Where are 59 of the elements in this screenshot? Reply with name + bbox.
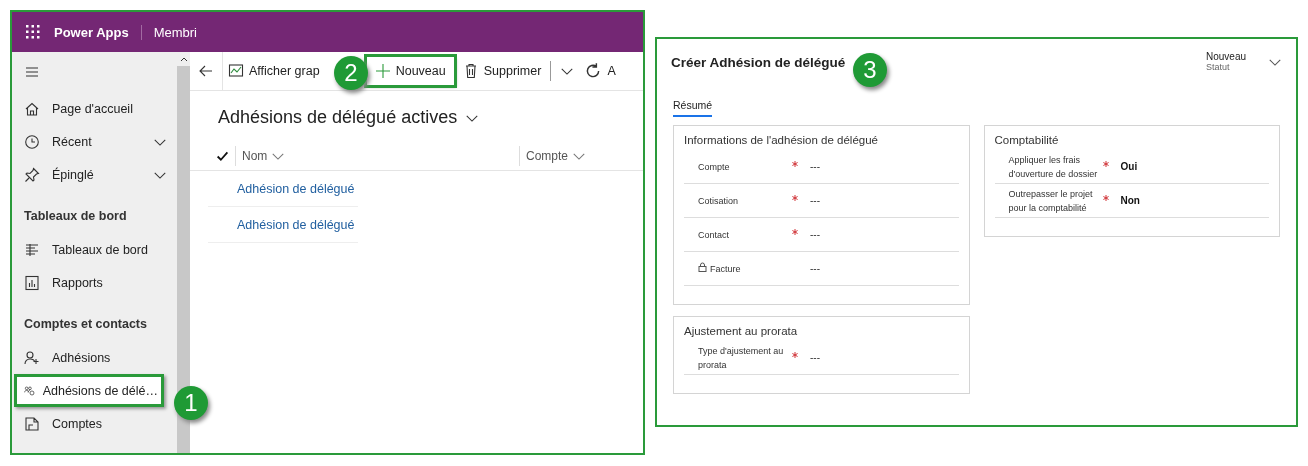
chart-icon bbox=[228, 63, 244, 79]
step-number: 1 bbox=[174, 386, 208, 420]
section-title: Comptabilité bbox=[994, 134, 1060, 146]
sidebar-item[interactable]: Récent bbox=[12, 125, 177, 158]
report-icon bbox=[24, 274, 40, 291]
field-label: Type d'ajustement au prorata bbox=[698, 344, 785, 372]
section-title: Ajustement au prorata bbox=[684, 325, 799, 337]
scroll-up-icon[interactable] bbox=[179, 56, 188, 62]
refresh-button[interactable]: A bbox=[579, 57, 621, 85]
pin-icon bbox=[24, 166, 40, 183]
sidebar-section-title: Tableaux de bord bbox=[23, 208, 128, 225]
record-link[interactable]: Adhésion de délégué bbox=[208, 181, 355, 196]
field-label: Outrepasser le projet pour la comptabilité bbox=[1008, 187, 1094, 215]
column-header[interactable]: Nom bbox=[235, 146, 519, 166]
form-tab[interactable]: Résumé bbox=[673, 99, 713, 117]
sidebar-item[interactable]: Épinglé bbox=[12, 158, 177, 191]
dashboard-icon bbox=[24, 241, 40, 258]
environment-name: Membri bbox=[152, 24, 197, 40]
field-value[interactable]: Oui bbox=[1120, 161, 1138, 172]
field-value[interactable]: --- bbox=[810, 195, 820, 206]
delete-button[interactable]: Supprimer bbox=[457, 57, 547, 85]
menu-icon bbox=[24, 64, 40, 80]
app-launcher-icon[interactable] bbox=[26, 25, 40, 39]
field-value[interactable]: --- bbox=[810, 352, 820, 363]
field-label: Facture bbox=[710, 262, 741, 276]
record-link[interactable]: Adhésion de délégué bbox=[208, 217, 355, 232]
form-title: Créer Adhésion de délégué bbox=[671, 54, 846, 70]
sidebar-section-title: Comptes et contacts bbox=[23, 316, 148, 333]
view-title: Adhésions de délégué actives bbox=[218, 107, 458, 128]
column-header[interactable]: Compte bbox=[519, 146, 593, 166]
sidebar-item[interactable]: Page d'accueil bbox=[12, 92, 177, 125]
sidebar-item[interactable]: Adhésions de délé… bbox=[14, 374, 164, 407]
field-label: Appliquer les frais d'ouverture de dossier bbox=[1008, 153, 1099, 181]
person-add-icon bbox=[24, 349, 40, 366]
select-all-checkmark-icon[interactable] bbox=[216, 149, 229, 163]
back-arrow-icon bbox=[198, 63, 214, 79]
field-value[interactable]: --- bbox=[810, 161, 820, 172]
account-icon bbox=[24, 415, 40, 432]
field-value[interactable]: --- bbox=[810, 263, 820, 274]
status-value: Nouveau bbox=[1205, 51, 1246, 62]
clock-icon bbox=[24, 133, 40, 150]
sidebar-item[interactable]: Tableaux de bord bbox=[12, 233, 177, 266]
show-chart-button[interactable]: Afficher grap bbox=[223, 57, 325, 85]
section-title: Informations de l'adhésion de délégué bbox=[684, 134, 879, 146]
app-title: Power Apps bbox=[54, 24, 142, 40]
plus-icon bbox=[374, 63, 391, 79]
step-number: 3 bbox=[853, 53, 887, 87]
field-label: Cotisation bbox=[698, 194, 739, 208]
sidebar-item[interactable]: Adhésions bbox=[12, 341, 177, 374]
field-label: Compte bbox=[698, 160, 730, 174]
field-value[interactable]: --- bbox=[810, 229, 820, 240]
new-button[interactable]: Nouveau bbox=[366, 57, 454, 85]
home-icon bbox=[24, 100, 40, 117]
field-value[interactable]: Non bbox=[1120, 195, 1140, 206]
sidebar-item[interactable]: Comptes bbox=[12, 407, 177, 440]
sidebar-item[interactable]: Rapports bbox=[12, 266, 177, 299]
step-number: 2 bbox=[334, 56, 368, 90]
status-label: Statut bbox=[1205, 62, 1231, 72]
field-label: Contact bbox=[698, 228, 730, 242]
